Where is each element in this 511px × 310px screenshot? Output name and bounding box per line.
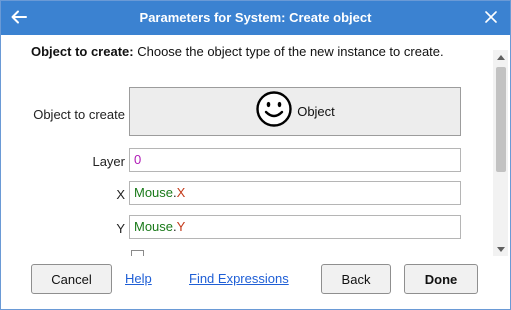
scrollbar-thumb[interactable] [496,67,506,172]
parameters-dialog: Parameters for System: Create object Obj… [0,0,511,310]
title-bar: Parameters for System: Create object [1,1,510,35]
help-link[interactable]: Help [125,271,152,286]
close-icon[interactable] [480,6,502,28]
object-picker-button[interactable]: Object [129,87,461,136]
layer-field[interactable]: 0 [129,148,461,172]
description-text: Choose the object type of the new instan… [137,44,444,59]
object-to-create-label: Object to create [33,107,125,122]
vertical-scrollbar[interactable] [493,50,508,256]
y-property: Y [176,219,186,234]
y-object-name: Mouse [134,219,174,234]
smiley-face-icon [255,90,293,133]
description-label: Object to create: [31,44,134,59]
cancel-button[interactable]: Cancel [31,264,112,294]
scroll-up-arrow-icon[interactable] [493,50,508,64]
done-button[interactable]: Done [404,264,478,294]
parameter-description: Object to create: Choose the object type… [31,44,444,59]
back-arrow-icon[interactable] [7,5,31,29]
dialog-title: Parameters for System: Create object [139,10,372,25]
x-property: X [176,185,186,200]
parameters-content: Object to create: Choose the object type… [1,35,501,256]
find-expressions-link[interactable]: Find Expressions [189,271,289,286]
layer-value: 0 [134,152,142,167]
x-object-name: Mouse [134,185,174,200]
back-button[interactable]: Back [321,264,391,294]
scroll-down-arrow-icon[interactable] [493,242,508,256]
layer-label: Layer [92,154,125,169]
y-label: Y [116,221,125,236]
y-field[interactable]: Mouse.Y [129,215,461,239]
dialog-footer: Cancel Help Find Expressions Back Done [1,256,510,309]
object-picker-value: Object [297,104,335,119]
x-field[interactable]: Mouse.X [129,181,461,205]
x-label: X [116,187,125,202]
